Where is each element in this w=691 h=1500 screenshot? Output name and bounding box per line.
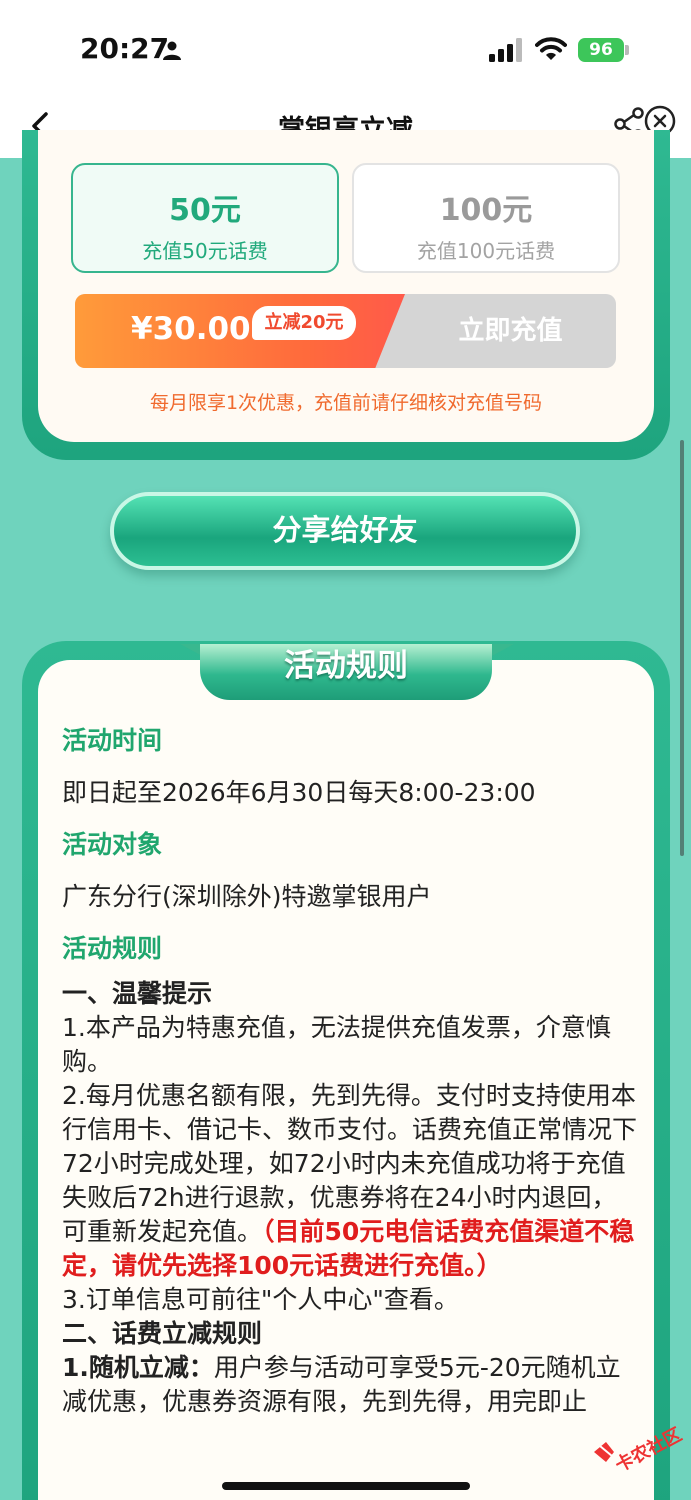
home-indicator (222, 1482, 470, 1490)
rules-tab-title: 活动规则 (200, 644, 492, 700)
share-to-friends-button[interactable]: 分享给好友 (110, 492, 580, 570)
discount-rules-heading: 二、话费立减规则 (62, 1319, 263, 1348)
amount-option-100[interactable]: 100元 充值100元话费 (352, 163, 620, 273)
limit-note: 每月限享1次优惠，充值前请仔细核对充值号码 (149, 392, 543, 414)
signal-icon (489, 38, 522, 62)
target-text: 广东分行(深圳除外)特邀掌银用户 (62, 882, 432, 911)
battery-indicator: 96 (578, 38, 624, 62)
tips-heading: 一、温馨提示 (62, 979, 213, 1008)
tip-3: 3.订单信息可前往"个人中心"查看。 (62, 1285, 459, 1314)
tip-2: 2.每月优惠名额有限，先到先得。支付时支持使用本行信用卡、借记卡、数币支付。话费… (62, 1079, 637, 1283)
random-discount-rule: 1.随机立减：用户参与活动可享受5元-20元随机立减优惠，优惠券资源有限，先到先… (62, 1351, 637, 1419)
discount-badge: 立减20元 (252, 306, 356, 340)
rules-heading: 活动规则 (62, 934, 163, 963)
status-time: 20:27 (80, 32, 170, 65)
person-icon (163, 41, 181, 60)
status-bar: 20:27 96 (0, 0, 691, 96)
time-text: 即日起至2026年6月30日每天8:00-23:00 (62, 778, 536, 807)
target-heading: 活动对象 (62, 830, 163, 859)
amount-value: 50元 (169, 193, 241, 228)
random-discount-label: 1.随机立减： (62, 1353, 214, 1382)
amount-value: 100元 (439, 193, 533, 228)
time-heading: 活动时间 (62, 726, 163, 755)
rules-body: 一、温馨提示 1.本产品为特惠充值，无法提供充值发票，介意慎购。 2.每月优惠名… (62, 977, 637, 1419)
amount-desc: 充值50元话费 (142, 239, 268, 263)
battery-tip (625, 45, 629, 55)
wifi-icon (535, 37, 567, 60)
recharge-now-button[interactable]: 立即充值 (405, 294, 616, 368)
scrollbar[interactable] (680, 440, 684, 856)
amount-desc: 充值100元话费 (416, 239, 556, 263)
pay-price: ¥30.00 (131, 311, 251, 347)
amount-option-50[interactable]: 50元 充值50元话费 (71, 163, 339, 273)
tip-1: 1.本产品为特惠充值，无法提供充值发票，介意慎购。 (62, 1013, 611, 1076)
